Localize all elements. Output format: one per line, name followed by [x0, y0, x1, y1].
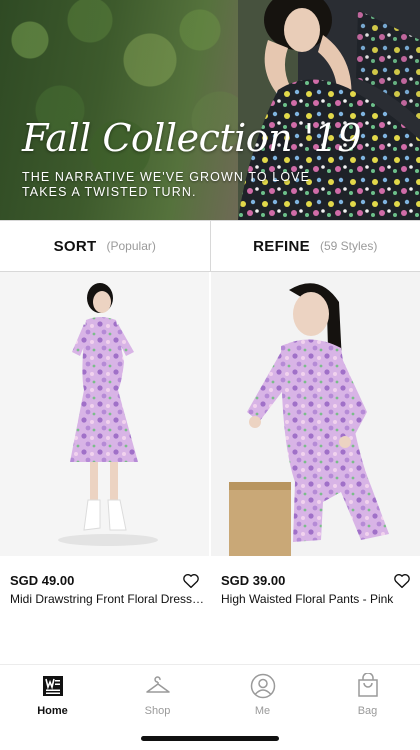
product-price: SGD 39.00 [221, 573, 286, 588]
tab-label: Shop [144, 705, 171, 717]
user-circle-icon [250, 673, 275, 699]
tab-bag[interactable]: Bag [315, 665, 420, 750]
refine-count: (59 Styles) [319, 239, 378, 253]
product-card[interactable]: SGD 49.00 Midi Drawstring Front Floral D… [0, 272, 210, 664]
heart-icon[interactable] [182, 572, 200, 590]
hero-headline: Fall Collection '19 [22, 116, 362, 160]
hero-tagline: THE NARRATIVE WE'VE GROWN TO LOVE TAKES … [22, 170, 311, 199]
heart-icon[interactable] [393, 572, 411, 590]
home-indicator[interactable] [141, 736, 279, 741]
sort-button[interactable]: SORT (Popular) [0, 221, 210, 271]
refine-button[interactable]: REFINE (59 Styles) [209, 221, 420, 271]
product-name[interactable]: High Waisted Floral Pants - Pink [221, 592, 417, 606]
product-image[interactable] [211, 272, 420, 556]
product-card[interactable]: SGD 39.00 High Waisted Floral Pants - Pi… [211, 272, 420, 664]
product-name[interactable]: Midi Drawstring Front Floral Dress - Pin… [10, 592, 206, 606]
hero-banner[interactable]: Fall Collection '19 THE NARRATIVE WE'VE … [0, 0, 420, 220]
sort-value: (Popular) [106, 239, 156, 253]
product-price: SGD 49.00 [10, 573, 75, 588]
refine-label: REFINE [253, 237, 310, 255]
tab-label: Me [254, 705, 271, 717]
shopping-bag-icon [357, 673, 378, 697]
tab-home[interactable]: Home [0, 665, 105, 750]
home-newspaper-icon [42, 676, 63, 696]
product-grid: SGD 49.00 Midi Drawstring Front Floral D… [0, 272, 420, 664]
hanger-icon [145, 676, 170, 693]
tab-label: Home [37, 705, 68, 717]
tab-label: Bag [357, 705, 378, 717]
filter-bar: SORT (Popular) REFINE (59 Styles) [0, 220, 420, 272]
sort-label: SORT [53, 237, 97, 255]
product-image[interactable] [0, 272, 209, 556]
